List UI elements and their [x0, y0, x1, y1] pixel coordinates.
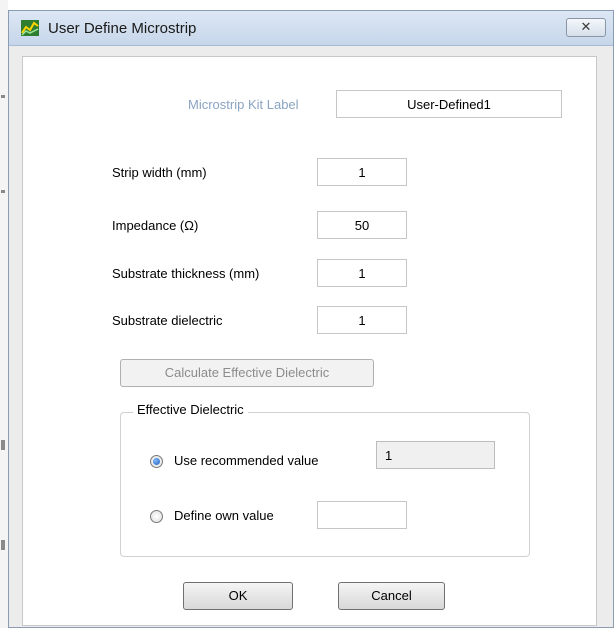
kit-label-input[interactable]: User-Defined1	[336, 90, 562, 118]
background-mark	[1, 95, 5, 98]
background-window-edge	[0, 0, 8, 628]
effective-dielectric-title: Effective Dielectric	[133, 402, 248, 417]
background-mark	[1, 190, 5, 193]
define-own-label[interactable]: Define own value	[174, 508, 274, 523]
close-button[interactable]: ✕	[566, 18, 606, 37]
close-icon: ✕	[580, 19, 592, 34]
effective-dielectric-group	[120, 412, 530, 557]
background-mark	[1, 540, 5, 550]
strip-width-label: Strip width (mm)	[112, 165, 207, 180]
background-mark	[1, 440, 5, 450]
own-value-input[interactable]	[317, 501, 407, 529]
kit-label-label: Microstrip Kit Label	[188, 97, 299, 112]
strip-width-input[interactable]: 1	[317, 158, 407, 186]
impedance-label: Impedance (Ω)	[112, 218, 199, 233]
dialog-body: Microstrip Kit Label User-Defined1 Strip…	[22, 56, 597, 626]
define-own-radio[interactable]	[150, 510, 163, 523]
calculate-effective-dielectric-button[interactable]: Calculate Effective Dielectric	[120, 359, 374, 387]
user-define-microstrip-dialog: User Define Microstrip ✕ Microstrip Kit …	[8, 10, 614, 628]
recommended-value-field: 1	[376, 441, 495, 469]
substrate-dielectric-label: Substrate dielectric	[112, 313, 223, 328]
cancel-button[interactable]: Cancel	[338, 582, 445, 610]
substrate-dielectric-input[interactable]: 1	[317, 306, 407, 334]
microstrip-app-icon	[21, 20, 39, 36]
substrate-thickness-input[interactable]: 1	[317, 259, 407, 287]
use-recommended-label[interactable]: Use recommended value	[174, 453, 319, 468]
substrate-thickness-label: Substrate thickness (mm)	[112, 266, 260, 281]
title-bar[interactable]: User Define Microstrip ✕	[9, 11, 613, 46]
impedance-input[interactable]: 50	[317, 211, 407, 239]
ok-button[interactable]: OK	[183, 582, 293, 610]
use-recommended-radio[interactable]	[150, 455, 163, 468]
window-title: User Define Microstrip	[48, 20, 197, 37]
